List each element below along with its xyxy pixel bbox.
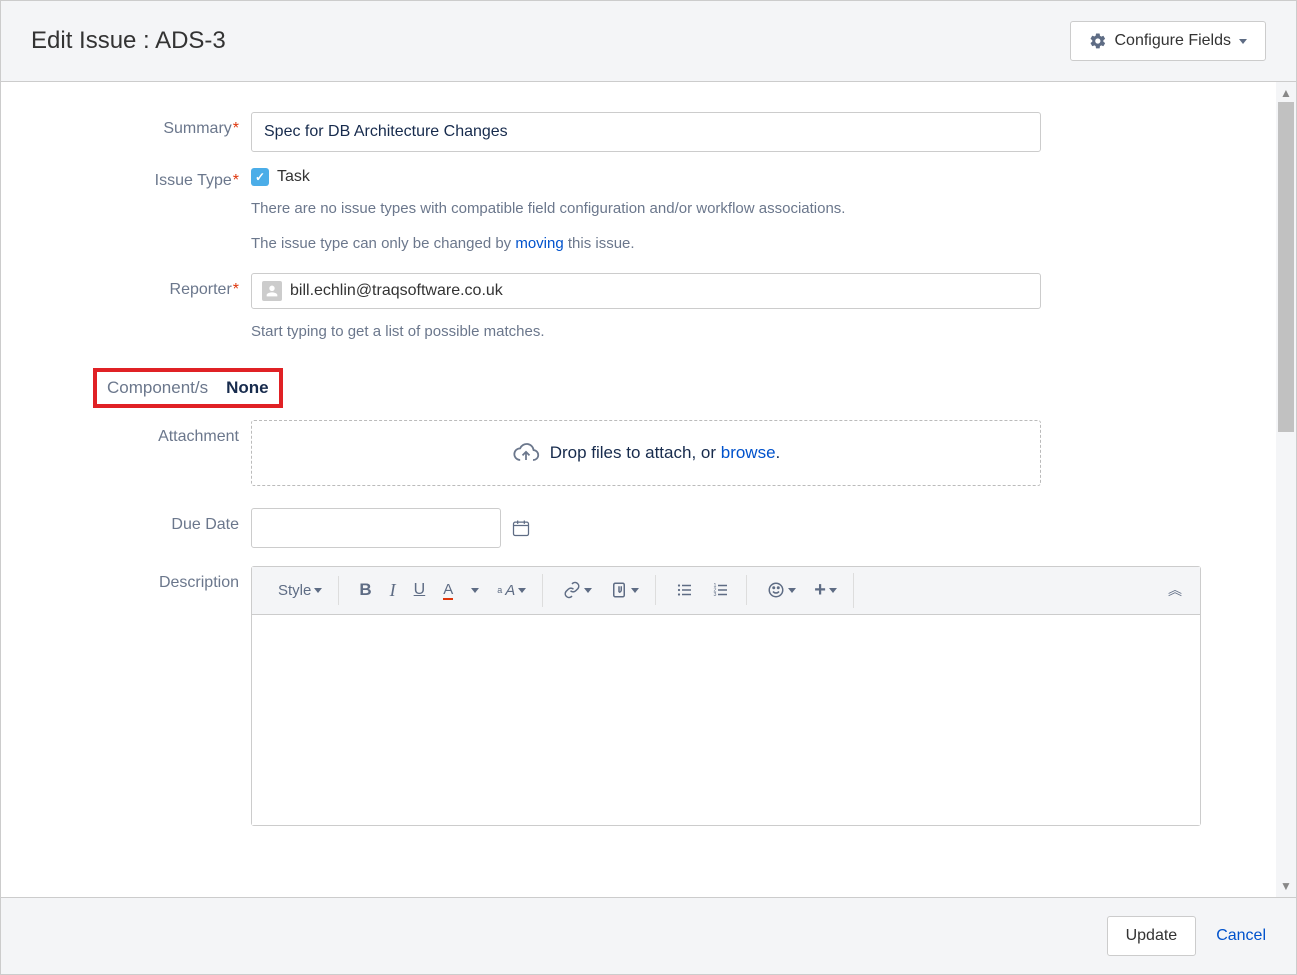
svg-text:3: 3 — [714, 592, 717, 598]
attachment-label: Attachment — [31, 420, 251, 446]
issue-type-hint-1: There are no issue types with compatible… — [251, 198, 1041, 221]
update-button[interactable]: Update — [1107, 916, 1197, 956]
caret-down-icon — [1239, 39, 1247, 44]
task-icon: ✓ — [251, 168, 269, 186]
reporter-hint: Start typing to get a list of possible m… — [251, 321, 1041, 344]
upload-cloud-icon — [512, 439, 540, 467]
underline-button[interactable]: U — [406, 575, 434, 605]
dialog-header: Edit Issue : ADS-3 Configure Fields — [1, 1, 1296, 81]
style-dropdown[interactable]: Style — [270, 576, 330, 605]
issue-type-label: Issue Type* — [31, 164, 251, 190]
emoji-button[interactable] — [759, 575, 804, 605]
components-value[interactable]: None — [226, 378, 269, 398]
attachment-button[interactable] — [602, 575, 647, 605]
summary-input[interactable] — [251, 112, 1041, 152]
dialog-footer: Update Cancel — [1, 897, 1296, 974]
numbered-list-button[interactable]: 123 — [704, 575, 738, 605]
due-date-label: Due Date — [31, 508, 251, 534]
editor-toolbar: Style B I U A aA — [252, 567, 1200, 615]
scroll-down-icon[interactable]: ▼ — [1280, 879, 1292, 893]
avatar-icon — [262, 281, 282, 301]
summary-label: Summary* — [31, 112, 251, 138]
cancel-link[interactable]: Cancel — [1216, 927, 1266, 945]
rich-text-editor: Style B I U A aA — [251, 566, 1201, 826]
components-highlight: Component/s None — [93, 368, 283, 408]
clear-formatting-button[interactable]: aA — [489, 576, 534, 605]
edit-issue-dialog: Edit Issue : ADS-3 Configure Fields Summ… — [0, 0, 1297, 975]
gear-icon — [1089, 32, 1107, 50]
text-color-caret[interactable] — [463, 582, 487, 599]
calendar-icon[interactable] — [511, 518, 531, 538]
scrollbar-thumb[interactable] — [1278, 102, 1294, 432]
attachment-dropzone[interactable]: Drop files to attach, or browse. — [251, 420, 1041, 486]
scroll-up-icon[interactable]: ▲ — [1280, 86, 1292, 100]
components-label: Component/s — [107, 378, 208, 398]
description-label: Description — [31, 566, 251, 592]
reporter-input[interactable]: bill.echlin@traqsoftware.co.uk — [251, 273, 1041, 309]
dialog-title: Edit Issue : ADS-3 — [31, 27, 226, 55]
text-color-button[interactable]: A — [435, 575, 461, 606]
bold-button[interactable]: B — [351, 574, 379, 606]
browse-link[interactable]: browse — [721, 443, 776, 462]
collapse-toolbar-button[interactable]: ︽ — [1160, 574, 1190, 606]
issue-type-value: ✓ Task — [251, 164, 1041, 186]
dialog-body: Summary* Issue Type* ✓ Task There are no… — [1, 82, 1276, 897]
configure-fields-label: Configure Fields — [1115, 32, 1232, 50]
configure-fields-button[interactable]: Configure Fields — [1070, 21, 1267, 61]
vertical-scrollbar[interactable]: ▲ ▼ — [1276, 82, 1296, 897]
moving-link[interactable]: moving — [515, 235, 563, 252]
description-textarea[interactable] — [252, 615, 1200, 825]
insert-more-button[interactable]: + — [806, 573, 845, 608]
due-date-input[interactable] — [251, 508, 501, 548]
issue-type-hint-2: The issue type can only be changed by mo… — [251, 233, 1041, 256]
italic-button[interactable]: I — [382, 574, 404, 607]
link-button[interactable] — [555, 575, 600, 605]
reporter-label: Reporter* — [31, 273, 251, 299]
bullet-list-button[interactable] — [668, 575, 702, 605]
